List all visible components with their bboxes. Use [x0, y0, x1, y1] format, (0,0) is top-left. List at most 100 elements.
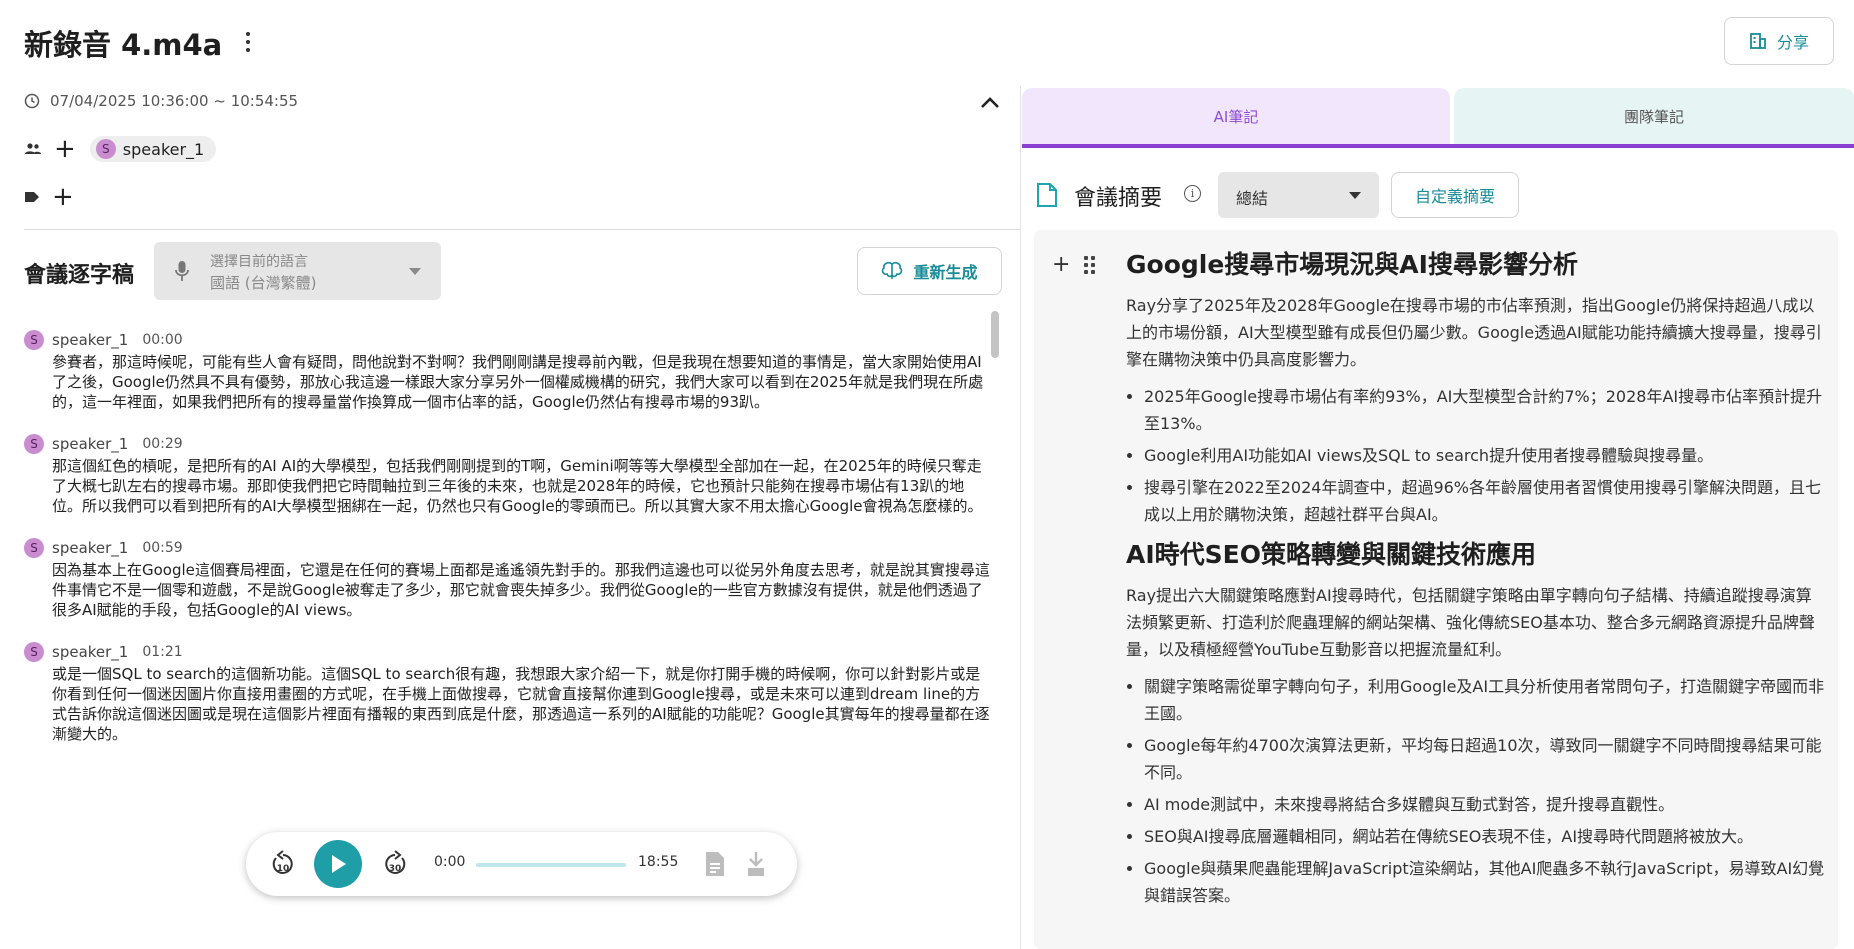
custom-summary-button[interactable]: 自定義摘要 [1391, 172, 1519, 218]
section-heading: Google搜尋市場現況與AI搜尋影響分析 [1126, 250, 1578, 279]
transcript-segment[interactable]: S speaker_1 00:59 因為基本上在Google這個賽局裡面，它還是… [24, 538, 994, 620]
document-export-icon [706, 852, 724, 876]
segment-speaker: speaker_1 [52, 539, 129, 557]
audio-player: 10 30 0:00 18:55 [246, 832, 797, 896]
segment-speaker: speaker_1 [52, 435, 129, 453]
segment-header: S speaker_1 00:59 [24, 538, 994, 558]
regenerate-label: 重新生成 [913, 263, 978, 282]
app-header: 新錄音 4.m4a 分享 [0, 0, 1854, 86]
segment-time[interactable]: 00:00 [142, 332, 182, 348]
caret-down-icon [409, 268, 421, 275]
summary-type-select[interactable]: 總結 [1218, 172, 1379, 218]
add-block-button[interactable]: + [1052, 252, 1070, 277]
tag-icon [25, 192, 39, 202]
export-transcript-button[interactable] [704, 850, 726, 882]
drag-handle-icon[interactable] [1084, 255, 1096, 274]
forward-label: 30 [389, 864, 402, 874]
segment-time[interactable]: 01:21 [142, 644, 182, 660]
caret-down-icon [1349, 192, 1361, 199]
transcript-list: S speaker_1 00:00 參賽者，那這時候呢，可能有些人會有疑問，問他… [24, 330, 994, 766]
people-icon [25, 143, 41, 154]
info-icon[interactable]: i [1184, 185, 1201, 202]
add-tag-button[interactable]: + [52, 184, 74, 210]
page-title: 新錄音 4.m4a [24, 28, 223, 62]
summary-type-value: 總結 [1236, 189, 1269, 208]
brain-icon [882, 261, 903, 279]
tab-ai-notes[interactable]: AI筆記 [1022, 88, 1450, 144]
forward-30-button[interactable]: 30 [382, 850, 408, 882]
note-body: Google搜尋市場現況與AI搜尋影響分析 Ray分享了2025年及2028年G… [1126, 248, 1826, 919]
bullet-item: Google利用AI功能如AI views及SQL to search提升使用者… [1144, 442, 1826, 469]
language-select[interactable]: 選擇目前的語言 國語 (台灣繁體) [154, 242, 441, 300]
transcript-scrollbar[interactable] [991, 311, 999, 358]
share-building-icon [1750, 33, 1766, 49]
share-button[interactable]: 分享 [1724, 17, 1834, 65]
speakers-row: + S speaker_1 [24, 136, 217, 162]
tab-team-notes-label: 團隊筆記 [1623, 107, 1684, 126]
bullet-item: 搜尋引擎在2022至2024年調查中，超過96%各年齡層使用者習慣使用搜尋引擎解… [1144, 474, 1826, 528]
segment-text: 或是一個SQL to search的這個新功能。這個SQL to search很… [52, 665, 990, 743]
section-bullets: 關鍵字策略需從單字轉向句子，利用Google及AI工具分析使用者常問句子，打造關… [1144, 673, 1826, 909]
section-paragraph: Ray提出六大關鍵策略應對AI搜尋時代，包括關鍵字策略由單字轉向句子結構、持續追… [1126, 586, 1815, 659]
speaker-chip-label: speaker_1 [122, 139, 205, 159]
more-options-icon[interactable] [238, 28, 258, 56]
bullet-item: Google與蘋果爬蟲能理解JavaScript渲染網站，其他AI爬蟲多不執行J… [1144, 855, 1826, 909]
segment-time[interactable]: 00:59 [142, 540, 182, 556]
speaker-chip[interactable]: S speaker_1 [89, 136, 217, 162]
segment-speaker: speaker_1 [52, 643, 129, 661]
avatar: S [24, 538, 44, 558]
section-divider [24, 229, 1020, 230]
time-range-row: 07/04/2025 10:36:00 ~ 10:54:55 [24, 92, 298, 110]
bullet-item: AI mode測試中，未來搜尋將結合多媒體與互動式對答，提升搜尋直觀性。 [1144, 791, 1826, 818]
share-label: 分享 [1776, 33, 1809, 52]
bullet-item: 關鍵字策略需從單字轉向句子，利用Google及AI工具分析使用者常問句子，打造關… [1144, 673, 1826, 727]
play-icon [332, 855, 346, 873]
avatar: S [95, 139, 116, 159]
rewind-icon: 10 [272, 850, 293, 874]
language-select-value: 國語 (台灣繁體) [210, 274, 317, 292]
segment-text: 參賽者，那這時候呢，可能有些人會有疑問，問他說對不對啊？我們剛剛講是搜尋前內戰，… [52, 353, 984, 411]
segment-header: S speaker_1 00:29 [24, 434, 994, 454]
progress-slider[interactable] [476, 863, 626, 867]
add-speaker-button[interactable]: + [54, 136, 76, 162]
play-button[interactable] [314, 840, 362, 888]
section-paragraph: Ray分享了2025年及2028年Google在搜尋市場的市佔率預測，指出Goo… [1126, 296, 1822, 369]
forward-icon: 30 [385, 850, 406, 874]
active-tab-indicator [1022, 144, 1854, 148]
tab-ai-notes-label: AI筆記 [1213, 107, 1259, 126]
bullet-item: 2025年Google搜尋市場佔有率約93%，AI大型模型合計約7%；2028年… [1144, 383, 1826, 437]
segment-text: 因為基本上在Google這個賽局裡面，它還是在任何的賽場上面都是遙遙領先對手的。… [52, 561, 990, 619]
custom-summary-label: 自定義摘要 [1414, 187, 1495, 206]
segment-speaker: speaker_1 [52, 331, 129, 349]
duration: 18:55 [638, 854, 679, 870]
section-heading: AI時代SEO策略轉變與關鍵技術應用 [1126, 540, 1536, 569]
transcript-segment[interactable]: S speaker_1 00:29 那這個紅色的槓呢，是把所有的AI AI的大學… [24, 434, 994, 516]
current-time: 0:00 [434, 854, 466, 870]
time-range: 07/04/2025 10:36:00 ~ 10:54:55 [50, 92, 299, 110]
avatar: S [24, 642, 44, 662]
segment-header: S speaker_1 01:21 [24, 642, 994, 662]
rewind-10-button[interactable]: 10 [270, 850, 296, 882]
summary-title: 會議摘要 [1074, 186, 1163, 211]
bullet-item: SEO與AI搜尋底層邏輯相同，網站若在傳統SEO表現不佳，AI搜尋時代問題將被放… [1144, 823, 1826, 850]
rewind-label: 10 [277, 864, 290, 874]
download-button[interactable] [746, 850, 766, 882]
segment-text: 那這個紅色的槓呢，是把所有的AI AI的大學模型，包括我們剛剛提到的T啊，Gem… [52, 457, 983, 515]
document-icon [1037, 183, 1057, 207]
transcript-title: 會議逐字稿 [24, 263, 135, 288]
clock-icon [24, 93, 40, 109]
transcript-segment[interactable]: S speaker_1 00:00 參賽者，那這時候呢，可能有些人會有疑問，問他… [24, 330, 994, 412]
avatar: S [24, 330, 44, 350]
block-tools: + [1052, 252, 1096, 277]
chevron-up-icon[interactable] [978, 92, 1002, 112]
download-icon [748, 852, 764, 876]
regenerate-button[interactable]: 重新生成 [857, 247, 1002, 295]
tags-row: + [24, 184, 74, 210]
transcript-segment[interactable]: S speaker_1 01:21 或是一個SQL to search的這個新功… [24, 642, 994, 744]
segment-time[interactable]: 00:29 [142, 436, 182, 452]
section-bullets: 2025年Google搜尋市場佔有率約93%，AI大型模型合計約7%；2028年… [1144, 383, 1826, 528]
tab-team-notes[interactable]: 團隊筆記 [1454, 88, 1854, 144]
language-select-label: 選擇目前的語言 [210, 254, 308, 270]
segment-header: S speaker_1 00:00 [24, 330, 994, 350]
summary-toolbar: 會議摘要 i 總結 自定義摘要 [1036, 172, 1854, 218]
